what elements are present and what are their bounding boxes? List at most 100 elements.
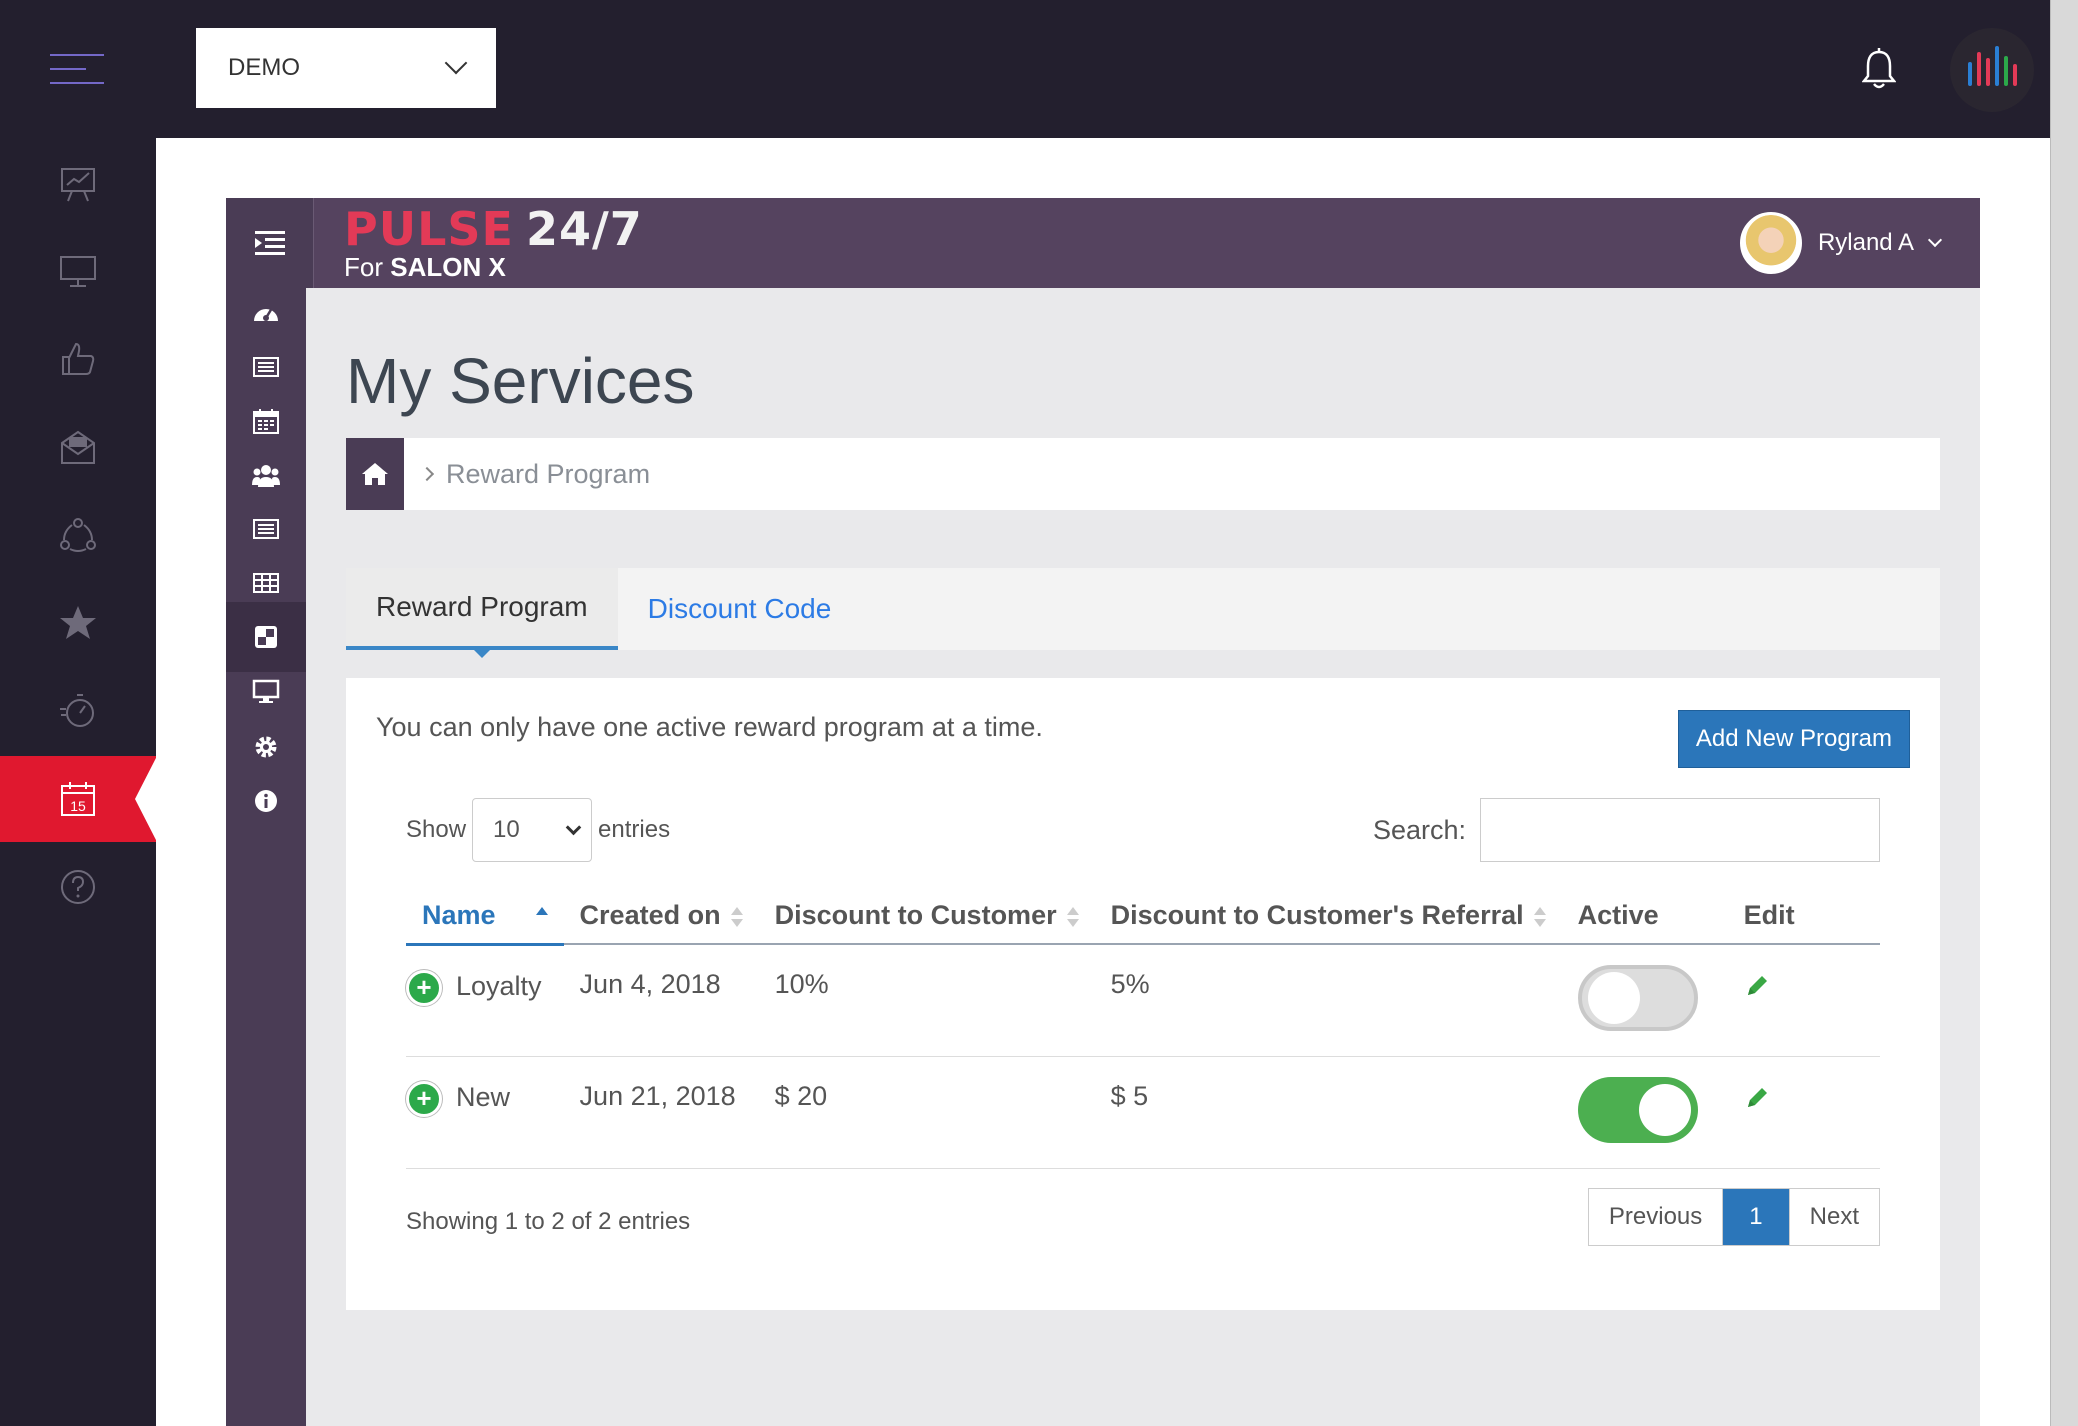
breadcrumb-current: Reward Program (446, 458, 651, 489)
col-name-label: Name (422, 899, 496, 930)
home-icon (362, 463, 388, 485)
services-icon (255, 626, 277, 648)
col-discount-referral[interactable]: Discount to Customer's Referral (1094, 888, 1562, 945)
entries-label: entries (598, 816, 671, 843)
breadcrumb: Reward Program (346, 438, 1940, 510)
mail-open-icon (61, 430, 95, 464)
rail-reviews[interactable] (0, 316, 156, 402)
col-referral-label: Discount to Customer's Referral (1110, 900, 1524, 930)
table-row: + Loyalty Jun 4, 2018 10% 5% (406, 944, 1880, 1057)
star-icon (60, 606, 96, 639)
active-toggle[interactable] (1577, 965, 1698, 1031)
reward-panel: You can only have one active reward prog… (346, 678, 1940, 1310)
user-name: Ryland A (1817, 229, 1914, 256)
table-row: + New Jun 21, 2018 $ 20 $ 5 (406, 1056, 1880, 1169)
monitor-icon (60, 256, 96, 287)
settings-gear-icon (255, 736, 277, 758)
info-icon (255, 790, 277, 812)
window-edge (2050, 0, 2078, 1426)
cell-referral: $ 5 (1094, 1056, 1562, 1169)
col-edit-label: Edit (1743, 900, 1795, 930)
dashboard-gauge-icon (254, 307, 278, 321)
search-control: Search: (1373, 798, 1880, 862)
pencil-icon[interactable] (1744, 973, 1770, 999)
calendar-icon: 15 (61, 782, 95, 816)
search-label: Search: (1372, 814, 1466, 845)
user-menu[interactable]: Ryland A (1739, 212, 1943, 274)
table-info: Showing 1 to 2 of 2 entries (406, 1208, 691, 1235)
indent-menu-icon (254, 231, 285, 255)
cell-active (1561, 944, 1728, 1057)
active-toggle[interactable] (1577, 1076, 1698, 1143)
thumbs-up-icon (62, 342, 95, 375)
pulse-nav-info[interactable] (226, 766, 306, 836)
tab-discount-code[interactable]: Discount Code (618, 568, 862, 650)
monitor-icon (252, 679, 280, 703)
avatar (1739, 212, 1802, 274)
app-logo-icon[interactable] (1950, 28, 2034, 112)
rail-timer[interactable] (0, 668, 156, 754)
left-rail: 15 (0, 138, 157, 1426)
brand-247: 24/7 (525, 202, 643, 256)
tab-bar: Reward Program Discount Code (346, 568, 1940, 658)
breadcrumb-home[interactable] (346, 438, 404, 510)
stopwatch-icon (60, 694, 94, 727)
pulse-menu-toggle[interactable] (226, 198, 314, 288)
brand-tagline: For SALON X (344, 252, 643, 283)
sort-icon (730, 906, 743, 927)
brand-logo: PULSE 24/7 For SALON X (344, 202, 643, 283)
col-created-on[interactable]: Created on (563, 888, 759, 945)
cell-created: Jun 21, 2018 (563, 1056, 759, 1169)
rail-favorites[interactable] (0, 580, 156, 666)
toggle-knob (1638, 1083, 1691, 1136)
cell-name: + New (406, 1056, 564, 1169)
toggle-knob (1587, 972, 1640, 1024)
pencil-icon[interactable] (1744, 1085, 1770, 1111)
top-bar: DEMO (0, 0, 2050, 138)
share-network-icon (60, 518, 96, 552)
entries-select[interactable]: 10 (472, 798, 593, 862)
col-active: Active (1561, 888, 1728, 945)
expand-row-icon[interactable]: + (406, 1080, 442, 1117)
rail-help[interactable] (0, 844, 156, 930)
search-input[interactable] (1480, 798, 1880, 862)
add-new-program-button[interactable]: Add New Program (1677, 710, 1910, 768)
sort-icon (1533, 906, 1546, 927)
list-alt-icon (253, 519, 279, 539)
pulse-app: PULSE 24/7 For SALON X Ryland A My Servi… (226, 198, 1980, 1426)
next-button[interactable]: Next (1788, 1189, 1879, 1245)
rail-calendar[interactable]: 15 (0, 756, 157, 842)
col-active-label: Active (1577, 900, 1659, 930)
org-select[interactable]: DEMO (196, 28, 496, 108)
rail-monitor[interactable] (0, 228, 156, 314)
cell-edit (1727, 944, 1880, 1057)
pulse-header: PULSE 24/7 For SALON X Ryland A (226, 198, 1980, 288)
entries-length-control: Show 10 entries (406, 798, 670, 862)
program-name: Loyalty (456, 970, 542, 1001)
brand-salon: SALON X (390, 252, 506, 282)
page-1-button[interactable]: 1 (1722, 1189, 1789, 1245)
previous-button[interactable]: Previous (1589, 1189, 1722, 1245)
expand-row-icon[interactable]: + (406, 969, 442, 1006)
page-title: My Services (346, 345, 695, 417)
notice-text: You can only have one active reward prog… (376, 712, 1043, 742)
users-icon (252, 465, 280, 487)
tab-reward-program[interactable]: Reward Program (346, 568, 618, 658)
col-name[interactable]: Name (406, 888, 564, 946)
bell-icon[interactable] (1862, 48, 1896, 90)
rail-share[interactable] (0, 492, 156, 578)
rail-analytics[interactable] (0, 140, 156, 226)
cell-discount: 10% (758, 944, 1095, 1057)
cell-edit (1727, 1056, 1880, 1169)
chevron-down-icon (444, 51, 468, 75)
col-discount-customer[interactable]: Discount to Customer (758, 888, 1095, 945)
rail-mail[interactable] (0, 404, 156, 490)
brand-pulse: PULSE (344, 202, 514, 256)
pulse-sidebar (226, 288, 306, 1426)
pagination: Previous 1 Next (1587, 1188, 1880, 1246)
org-select-value: DEMO (228, 54, 300, 81)
calendar-icon (253, 409, 279, 434)
hamburger-icon[interactable] (50, 54, 104, 84)
analytics-board-icon (61, 168, 95, 202)
help-circle-icon (61, 870, 95, 904)
